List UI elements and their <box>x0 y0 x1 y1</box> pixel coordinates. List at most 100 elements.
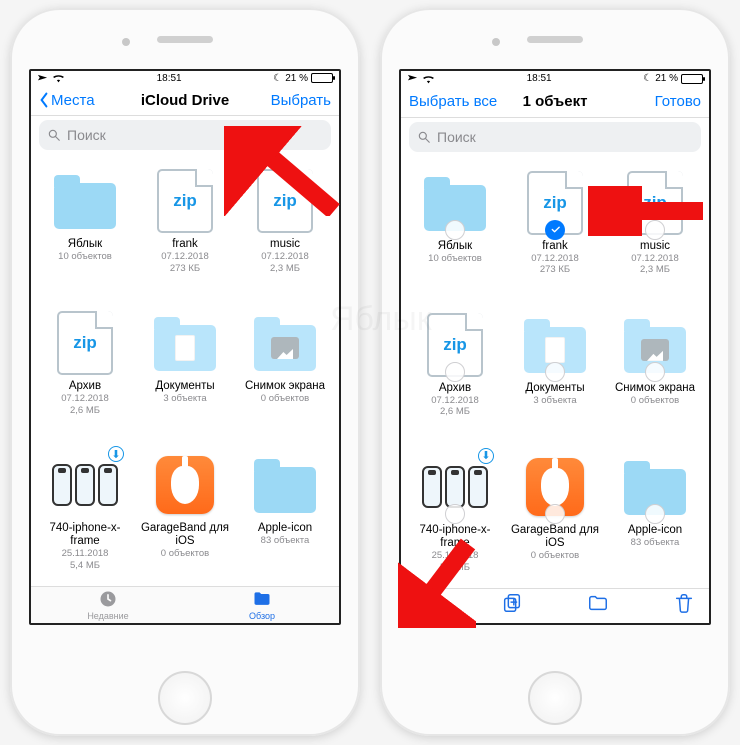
item-meta-line1: 25.11.2018 <box>62 548 109 559</box>
item-name: GarageBand для iOS <box>508 524 602 550</box>
search-input[interactable]: Поиск <box>39 120 331 150</box>
item-name: Apple-icon <box>258 522 312 535</box>
nav-title: iCloud Drive <box>131 92 239 109</box>
nav-select-all-button[interactable]: Выбрать все <box>409 93 501 110</box>
item-meta-line1: 3 объекта <box>533 395 576 406</box>
screen-right: 18:51 ☾ 21 % Выбрать все 1 объект Готово <box>399 69 711 625</box>
search-placeholder: Поиск <box>67 127 106 143</box>
folder-screenshots-icon <box>620 310 690 380</box>
status-time: 18:51 <box>527 73 552 84</box>
file-item[interactable]: Apple-icon83 объекта <box>235 446 335 586</box>
nav-done-label: Готово <box>655 93 701 110</box>
folder-icon <box>50 166 120 236</box>
speaker <box>157 36 213 43</box>
tab-browse-label: Обзор <box>249 611 275 621</box>
file-item[interactable]: Снимок экрана0 объектов <box>235 304 335 444</box>
nav-bar: Выбрать все 1 объект Готово <box>401 86 709 118</box>
speaker <box>527 36 583 43</box>
file-item[interactable]: zipmusic07.12.20182,3 МБ <box>235 162 335 302</box>
selection-empty-icon[interactable] <box>445 220 465 240</box>
item-name: 740-iphone-x-frame <box>38 522 132 548</box>
selection-empty-icon[interactable] <box>445 504 465 524</box>
file-item[interactable]: ⬇740-iphone-x-frame25.11.20185,4 МБ <box>35 446 135 586</box>
item-meta-line2: 2,3 МБ <box>270 263 300 274</box>
file-item[interactable]: Apple-icon83 объекта <box>605 448 705 588</box>
item-meta-line1: 07.12.2018 <box>161 251 209 262</box>
zip-file-icon: zip <box>150 166 220 236</box>
selection-empty-icon[interactable] <box>645 504 665 524</box>
dnd-moon-icon: ☾ <box>643 73 652 84</box>
zip-file-icon: zip <box>250 166 320 236</box>
item-meta-line1: 07.12.2018 <box>431 395 479 406</box>
zip-file-icon: zip <box>520 168 590 238</box>
item-name: Архив <box>439 382 471 395</box>
wifi-icon <box>52 73 65 83</box>
item-meta-line1: 10 объектов <box>58 251 112 262</box>
duplicate-button[interactable] <box>501 592 523 619</box>
tab-bar: Недавние Обзор <box>31 586 339 623</box>
folder-documents-icon <box>520 310 590 380</box>
search-icon <box>47 128 61 142</box>
delete-button[interactable] <box>673 592 695 619</box>
file-item[interactable]: GarageBand для iOS0 объектов <box>135 446 235 586</box>
item-name: Архив <box>69 380 101 393</box>
file-item[interactable]: Документы3 объекта <box>135 304 235 444</box>
clock-icon <box>97 589 119 609</box>
status-bar: 18:51 ☾ 21 % <box>31 71 339 85</box>
nav-done-button[interactable]: Готово <box>609 93 701 110</box>
nav-bar: Места iCloud Drive Выбрать <box>31 85 339 116</box>
selection-empty-icon[interactable] <box>445 362 465 382</box>
file-grid[interactable]: Яблык10 объектовzipfrank07.12.2018273 КБ… <box>31 156 339 586</box>
item-meta-line1: 10 объектов <box>428 253 482 264</box>
search-input[interactable]: Поиск <box>409 122 701 152</box>
selection-empty-icon[interactable] <box>545 362 565 382</box>
item-meta-line2: 273 КБ <box>540 264 570 275</box>
folder-outline-icon <box>587 592 609 614</box>
tab-browse[interactable]: Обзор <box>185 587 339 623</box>
file-item[interactable]: zipfrank07.12.2018273 КБ <box>505 164 605 304</box>
item-name: Яблык <box>438 240 472 253</box>
folder-icon <box>250 450 320 520</box>
airplane-mode-icon <box>37 73 48 84</box>
share-icon <box>415 592 437 614</box>
iphone-frame-right: 18:51 ☾ 21 % Выбрать все 1 объект Готово <box>380 8 730 736</box>
file-item[interactable]: Яблык10 объектов <box>35 162 135 302</box>
file-item[interactable]: GarageBand для iOS0 объектов <box>505 448 605 588</box>
folder-screenshots-icon <box>250 308 320 378</box>
file-item[interactable]: ⬇740-iphone-x-frame25.11.20185,4 МБ <box>405 448 505 588</box>
garageband-app-icon <box>520 452 590 522</box>
item-meta-line2: 2,3 МБ <box>640 264 670 275</box>
selection-checkmark-icon[interactable] <box>545 220 565 240</box>
share-button[interactable] <box>415 592 437 619</box>
folder-icon <box>420 168 490 238</box>
item-name: music <box>640 240 670 253</box>
folder-icon <box>251 589 273 609</box>
home-button[interactable] <box>158 671 212 725</box>
selection-empty-icon[interactable] <box>645 220 665 240</box>
zip-file-icon: zip <box>50 308 120 378</box>
selection-empty-icon[interactable] <box>545 504 565 524</box>
dnd-moon-icon: ☾ <box>273 73 282 84</box>
status-bar: 18:51 ☾ 21 % <box>401 71 709 86</box>
battery-icon <box>311 73 333 83</box>
file-item[interactable]: Снимок экрана0 объектов <box>605 306 705 446</box>
item-name: Документы <box>525 382 584 395</box>
nav-select-button[interactable]: Выбрать <box>239 92 331 109</box>
file-item[interactable]: Документы3 объекта <box>505 306 605 446</box>
tab-recent[interactable]: Недавние <box>31 587 185 623</box>
nav-back-button[interactable]: Места <box>39 92 131 109</box>
file-grid[interactable]: Яблык10 объектовzipfrank07.12.2018273 КБ… <box>401 158 709 588</box>
item-name: Снимок экрана <box>245 380 325 393</box>
screen-left: 18:51 ☾ 21 % Места iCloud Drive Выбрать <box>29 69 341 625</box>
file-item[interactable]: zipАрхив07.12.20182,6 МБ <box>35 304 135 444</box>
item-meta-line1: 83 объекта <box>261 535 310 546</box>
home-button[interactable] <box>528 671 582 725</box>
nav-back-label: Места <box>51 92 95 109</box>
file-item[interactable]: zipmusic07.12.20182,3 МБ <box>605 164 705 304</box>
item-meta-line2: 273 КБ <box>170 263 200 274</box>
file-item[interactable]: zipfrank07.12.2018273 КБ <box>135 162 235 302</box>
item-meta-line2: 2,6 МБ <box>70 405 100 416</box>
file-item[interactable]: Яблык10 объектов <box>405 164 505 304</box>
selection-empty-icon[interactable] <box>645 362 665 382</box>
move-button[interactable] <box>587 592 609 619</box>
